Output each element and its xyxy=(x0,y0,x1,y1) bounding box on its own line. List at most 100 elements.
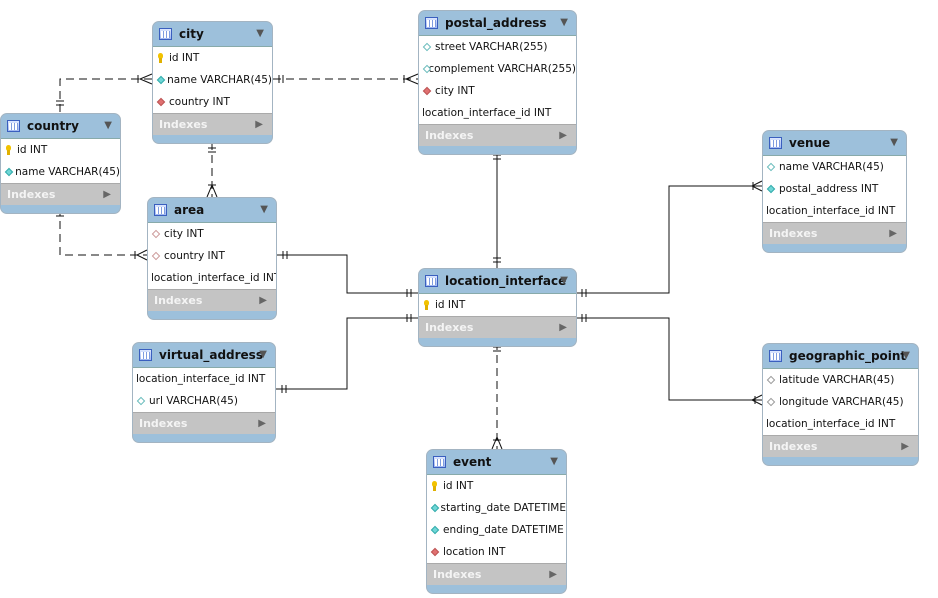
indexes-section[interactable]: Indexes ▶ xyxy=(153,113,272,135)
column-row[interactable]: ending_date DATETIME xyxy=(427,519,566,541)
table-city[interactable]: city ▼ id INT name VARCHAR(45) country INT In… xyxy=(152,21,273,144)
column-row[interactable]: city INT xyxy=(148,223,276,245)
column-label: country INT xyxy=(169,96,230,108)
column-label: city INT xyxy=(435,85,475,97)
expand-arrow-icon[interactable]: ▶ xyxy=(559,130,567,141)
column-row[interactable]: starting_date DATETIME xyxy=(427,497,566,519)
indexes-section[interactable]: Indexes ▶ xyxy=(148,289,276,311)
collapse-caret-icon[interactable]: ▼ xyxy=(560,17,568,28)
collapse-caret-icon[interactable]: ▼ xyxy=(550,456,558,467)
table-event[interactable]: event ▼ id INT starting_date DATETIME ending… xyxy=(426,449,567,594)
expand-arrow-icon[interactable]: ▶ xyxy=(549,569,557,580)
collapse-caret-icon[interactable]: ▼ xyxy=(560,275,568,286)
collapse-caret-icon[interactable]: ▼ xyxy=(104,120,112,131)
column-row[interactable]: location_interface_id INT xyxy=(419,102,576,124)
column-row[interactable]: name VARCHAR(45) xyxy=(763,156,906,178)
indexes-section[interactable]: Indexes ▶ xyxy=(763,435,918,457)
table-header[interactable]: virtual_address ▼ xyxy=(133,343,275,367)
column-row[interactable]: id INT xyxy=(153,47,272,69)
collapse-caret-icon[interactable]: ▼ xyxy=(260,204,268,215)
table-geographic_point[interactable]: geographic_point ▼ latitude VARCHAR(45) lon… xyxy=(762,343,919,466)
foreign-key-diamond-icon xyxy=(422,86,432,96)
column-row[interactable]: street VARCHAR(255) xyxy=(419,36,576,58)
column-row[interactable]: name VARCHAR(45) xyxy=(1,161,120,183)
column-label: country INT xyxy=(164,250,225,262)
column-row[interactable]: url VARCHAR(45) xyxy=(133,390,275,412)
indexes-label: Indexes xyxy=(139,417,188,430)
collapse-caret-icon[interactable]: ▼ xyxy=(902,350,910,361)
table-header[interactable]: postal_address ▼ xyxy=(419,11,576,35)
column-row[interactable]: id INT xyxy=(1,139,120,161)
table-header[interactable]: event ▼ xyxy=(427,450,566,474)
primary-key-icon xyxy=(4,145,14,155)
column-diamond-icon xyxy=(4,167,12,177)
relationship-line[interactable] xyxy=(59,208,147,256)
collapse-caret-icon[interactable]: ▼ xyxy=(256,28,264,39)
table-venue[interactable]: venue ▼ name VARCHAR(45) postal_address INT… xyxy=(762,130,907,253)
expand-arrow-icon[interactable]: ▶ xyxy=(103,189,111,200)
table-header[interactable]: geographic_point ▼ xyxy=(763,344,918,368)
table-header[interactable]: city ▼ xyxy=(153,22,272,46)
indexes-label: Indexes xyxy=(433,568,482,581)
table-virtual_address[interactable]: virtual_address ▼ location_interface_id IN… xyxy=(132,342,276,443)
column-row[interactable]: longitude VARCHAR(45) xyxy=(763,391,918,413)
column-row[interactable]: location_interface_id INT xyxy=(133,368,275,390)
column-row[interactable]: location_interface_id INT xyxy=(763,413,918,435)
column-list: id INT starting_date DATETIME ending_date … xyxy=(427,474,566,563)
table-location_interface[interactable]: location_interface ▼ id INT Indexes ▶ xyxy=(418,268,577,347)
indexes-section[interactable]: Indexes ▶ xyxy=(1,183,120,205)
relationship-line[interactable] xyxy=(577,317,762,401)
column-label: id INT xyxy=(443,480,474,492)
expand-arrow-icon[interactable]: ▶ xyxy=(259,295,267,306)
column-list: city INT country INT location_interface_id… xyxy=(148,222,276,289)
collapse-caret-icon[interactable]: ▼ xyxy=(890,137,898,148)
relationship-line[interactable] xyxy=(59,78,152,113)
relationship-line[interactable] xyxy=(276,317,418,390)
indexes-section[interactable]: Indexes ▶ xyxy=(419,316,576,338)
column-row[interactable]: postal_address INT xyxy=(763,178,906,200)
indexes-label: Indexes xyxy=(769,227,818,240)
indexes-section[interactable]: Indexes ▶ xyxy=(133,412,275,434)
table-header[interactable]: country ▼ xyxy=(1,114,120,138)
expand-arrow-icon[interactable]: ▶ xyxy=(258,418,266,429)
column-label: longitude VARCHAR(45) xyxy=(779,396,904,408)
indexes-section[interactable]: Indexes ▶ xyxy=(763,222,906,244)
table-icon xyxy=(425,275,438,287)
column-label: location_interface_id INT xyxy=(136,373,266,385)
column-label: ending_date DATETIME xyxy=(443,524,564,536)
collapse-caret-icon[interactable]: ▼ xyxy=(259,349,267,360)
column-label: street VARCHAR(255) xyxy=(435,41,548,53)
table-area[interactable]: area ▼ city INT country INT location_interfa… xyxy=(147,197,277,320)
relationship-line[interactable] xyxy=(277,254,418,294)
table-header[interactable]: area ▼ xyxy=(148,198,276,222)
column-diamond-icon xyxy=(156,75,164,85)
column-row[interactable]: location INT xyxy=(427,541,566,563)
column-row[interactable]: country INT xyxy=(148,245,276,267)
column-row[interactable]: country INT xyxy=(153,91,272,113)
column-row[interactable]: complement VARCHAR(255) xyxy=(419,58,576,80)
table-header[interactable]: location_interface ▼ xyxy=(419,269,576,293)
expand-arrow-icon[interactable]: ▶ xyxy=(889,228,897,239)
table-header[interactable]: venue ▼ xyxy=(763,131,906,155)
column-diamond-icon xyxy=(422,64,425,74)
column-row[interactable]: id INT xyxy=(419,294,576,316)
expand-arrow-icon[interactable]: ▶ xyxy=(255,119,263,130)
expand-arrow-icon[interactable]: ▶ xyxy=(559,322,567,333)
column-row[interactable]: id INT xyxy=(427,475,566,497)
column-label: name VARCHAR(45) xyxy=(779,161,884,173)
relationship-line[interactable] xyxy=(577,185,762,294)
table-country[interactable]: country ▼ id INT name VARCHAR(45) Indexes ▶ xyxy=(0,113,121,214)
expand-arrow-icon[interactable]: ▶ xyxy=(901,441,909,452)
column-row[interactable]: location_interface_id INT xyxy=(148,267,276,289)
table-postal_address[interactable]: postal_address ▼ street VARCHAR(255) comple… xyxy=(418,10,577,155)
indexes-label: Indexes xyxy=(159,118,208,131)
indexes-section[interactable]: Indexes ▶ xyxy=(419,124,576,146)
column-row[interactable]: latitude VARCHAR(45) xyxy=(763,369,918,391)
column-row[interactable]: city INT xyxy=(419,80,576,102)
column-row[interactable]: name VARCHAR(45) xyxy=(153,69,272,91)
column-row[interactable]: location_interface_id INT xyxy=(763,200,906,222)
table-title: virtual_address xyxy=(159,348,263,362)
column-list: name VARCHAR(45) postal_address INT locati… xyxy=(763,155,906,222)
indexes-section[interactable]: Indexes ▶ xyxy=(427,563,566,585)
indexes-label: Indexes xyxy=(154,294,203,307)
